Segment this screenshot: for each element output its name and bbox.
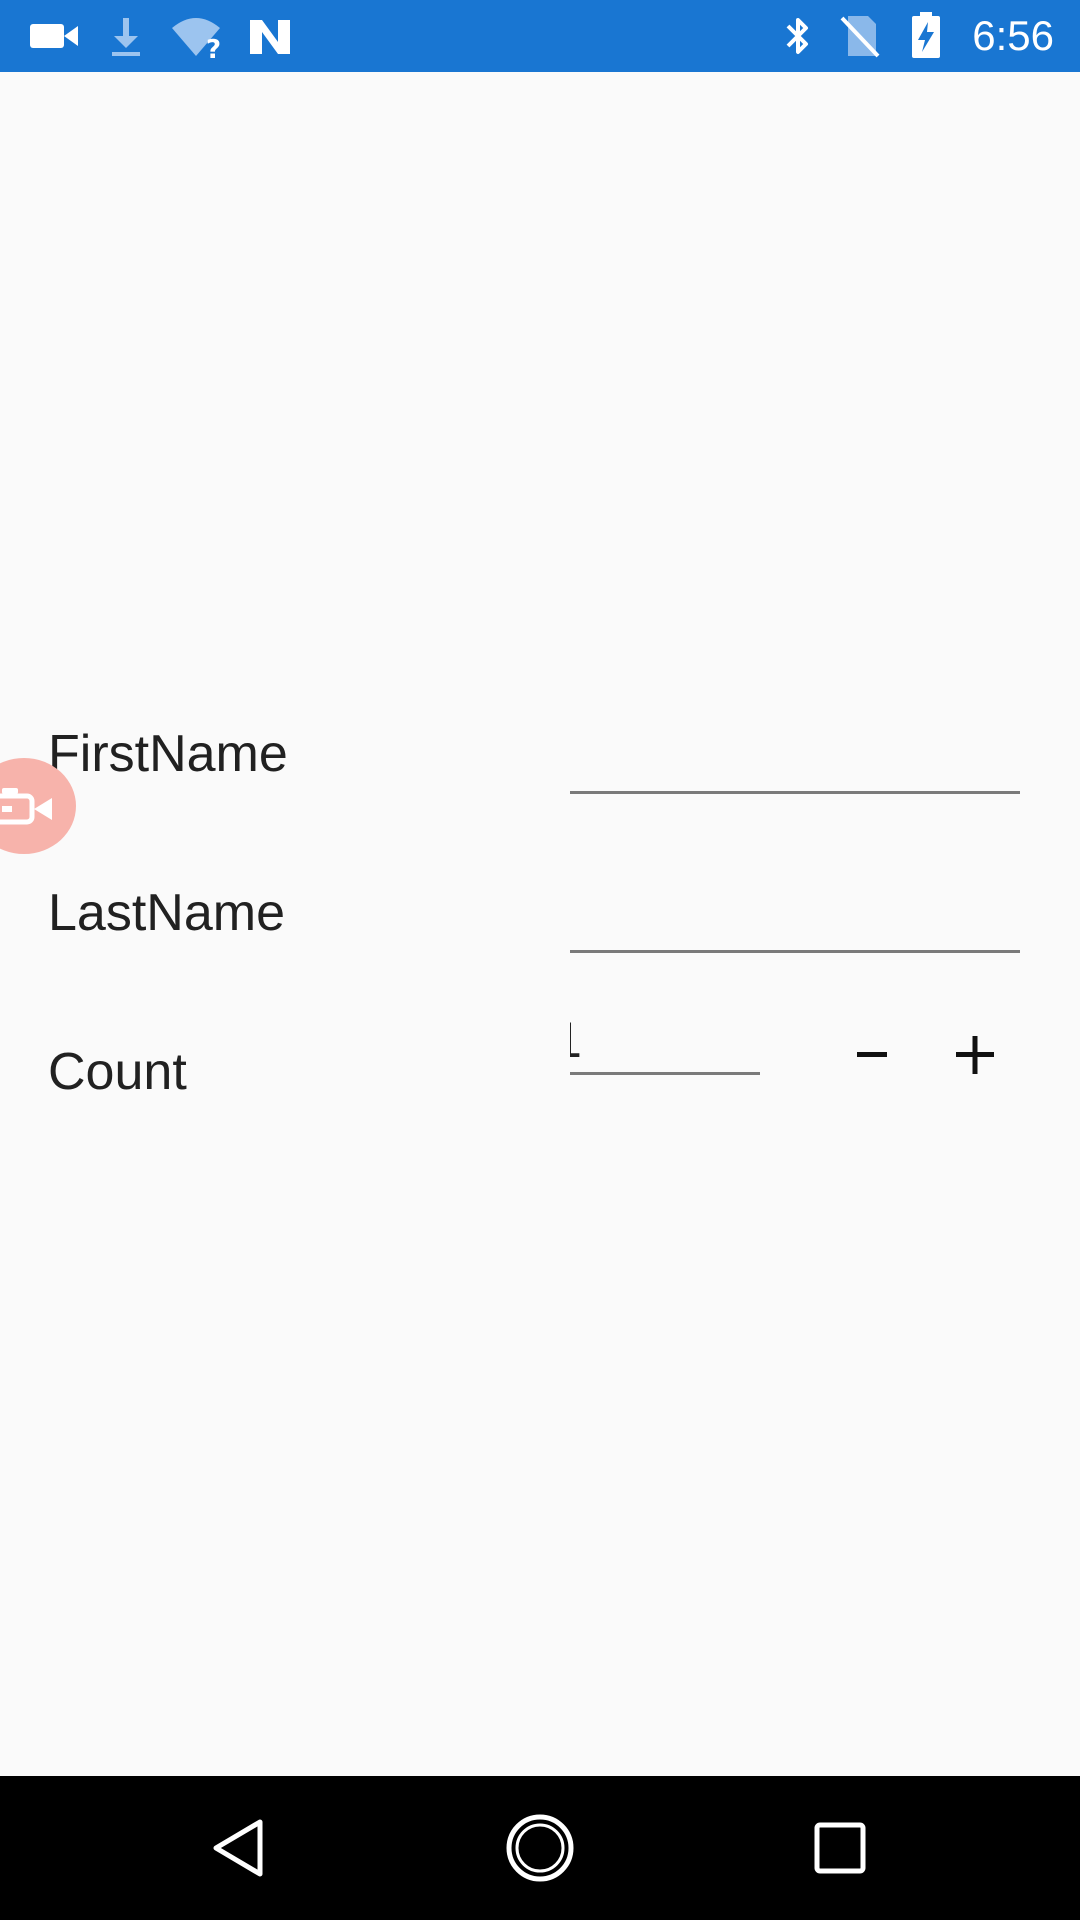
wifi-question-icon: ? bbox=[172, 18, 221, 60]
video-camera-icon bbox=[30, 24, 78, 48]
count-value: 1 bbox=[570, 1012, 582, 1068]
last-name-label: LastName bbox=[48, 884, 285, 942]
navigation-bar bbox=[0, 1776, 1080, 1920]
no-sim-icon bbox=[840, 16, 880, 58]
battery-charging-icon bbox=[912, 12, 940, 58]
app-screen: ? 6:56 FirstName LastName Count 1 bbox=[0, 0, 1080, 1920]
home-icon bbox=[506, 1814, 574, 1882]
status-time: 6:56 bbox=[972, 12, 1054, 59]
count-label: Count bbox=[48, 1043, 187, 1101]
back-button[interactable] bbox=[190, 1798, 290, 1898]
back-icon bbox=[213, 1819, 263, 1877]
minus-icon bbox=[857, 1052, 887, 1057]
first-name-input[interactable] bbox=[570, 724, 1020, 794]
home-button[interactable] bbox=[490, 1798, 590, 1898]
bluetooth-icon bbox=[786, 18, 808, 54]
increment-button[interactable] bbox=[935, 1020, 1015, 1090]
plus-icon bbox=[956, 1036, 994, 1074]
svg-text:?: ? bbox=[206, 35, 221, 60]
n-app-icon bbox=[250, 20, 290, 54]
last-name-input[interactable] bbox=[570, 883, 1020, 953]
recents-button[interactable] bbox=[790, 1798, 890, 1898]
screen-recorder-icon bbox=[0, 788, 52, 825]
download-icon bbox=[112, 18, 140, 56]
count-input[interactable]: 1 bbox=[570, 1005, 760, 1075]
first-name-label: FirstName bbox=[48, 725, 288, 783]
recents-icon bbox=[814, 1822, 866, 1874]
decrement-button[interactable] bbox=[833, 1020, 913, 1090]
status-bar: ? 6:56 bbox=[0, 0, 1080, 72]
